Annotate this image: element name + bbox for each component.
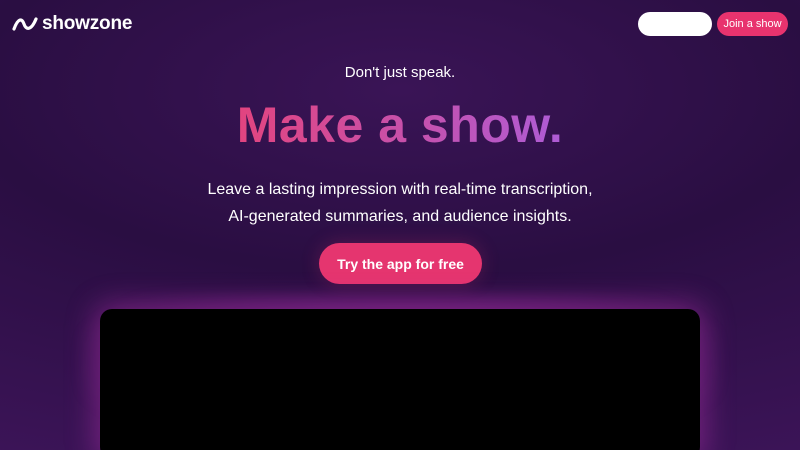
hero-tagline: Don't just speak. [344,64,456,81]
wave-icon [12,16,38,32]
demo-video-panel[interactable] [100,309,700,450]
hero-description: Leave a lasting impression with real-tim… [0,176,800,230]
brand-name: showzone [42,13,133,34]
try-app-button[interactable]: Try the app for free [319,243,482,284]
hero-headline-text: Make a show. [236,97,564,153]
hero-description-line-1: Leave a lasting impression with real-tim… [207,181,593,198]
hero-headline: Make a show. [0,93,800,157]
hero-description-line-2: AI-generated summaries, and audience ins… [228,208,572,225]
top-nav: showzone Join a show [0,0,800,48]
brand-logo[interactable]: showzone [12,13,132,35]
join-show-button[interactable]: Join a show [717,12,788,36]
blank-nav-button[interactable] [638,12,712,36]
